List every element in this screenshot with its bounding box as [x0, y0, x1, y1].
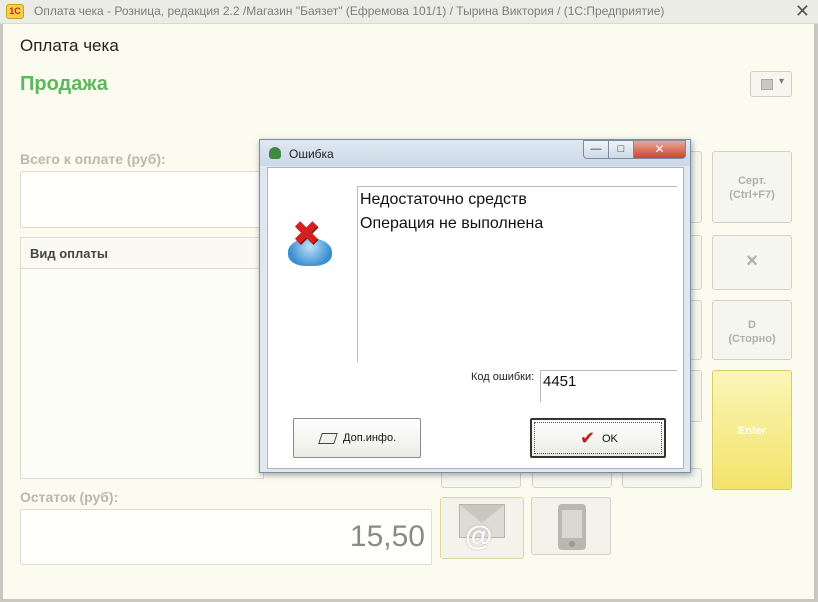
- dialog-minimize-icon[interactable]: —: [583, 140, 609, 159]
- enter-button[interactable]: Enter: [712, 370, 792, 490]
- at-sign-icon: @: [465, 520, 493, 551]
- total-label: Всего к оплате (руб):: [20, 151, 166, 167]
- dialog-app-icon: [269, 147, 281, 159]
- more-info-label: Доп.инфо.: [343, 432, 397, 444]
- certificate-button-label: Серт.: [737, 175, 767, 187]
- error-icon: ✖: [288, 215, 334, 268]
- error-code-value: 4451: [543, 373, 577, 390]
- dialog-title: Ошибка: [289, 147, 334, 161]
- form-title: Оплата чека: [20, 36, 119, 55]
- payment-type-header: Вид оплаты: [21, 238, 263, 269]
- phone-icon: [558, 504, 586, 550]
- remainder-label: Остаток (руб):: [20, 489, 119, 505]
- dialog-maximize-icon[interactable]: □: [608, 140, 634, 159]
- sms-receipt-button[interactable]: [531, 497, 611, 555]
- dialog-body: ✖ Недостаточно средств Операция не выпол…: [267, 167, 684, 469]
- certificate-shortcut-label: (Ctrl+F7): [729, 189, 775, 201]
- clear-icon: ×: [746, 250, 758, 272]
- dialog-title-bar[interactable]: Ошибка — □ ✕: [260, 140, 690, 166]
- settings-icon: [761, 79, 773, 90]
- error-message-box: Недостаточно средств Операция не выполне…: [357, 186, 677, 362]
- payment-type-header-label: Вид оплаты: [30, 246, 108, 261]
- payment-type-table[interactable]: Вид оплаты: [20, 237, 264, 479]
- ok-button[interactable]: ✔ OK: [530, 418, 666, 458]
- error-message-line: Операция не выполнена: [360, 215, 544, 232]
- email-receipt-button[interactable]: @: [440, 497, 524, 559]
- app-logo-icon: 1С: [6, 4, 24, 19]
- error-code-label: Код ошибки:: [471, 371, 535, 383]
- operation-label: Продажа: [20, 73, 108, 95]
- dialog-close-icon[interactable]: ✕: [633, 140, 686, 159]
- error-code-field: 4451: [540, 370, 677, 402]
- title-bar: 1С Оплата чека - Розница, редакция 2.2 /…: [0, 0, 818, 24]
- checkmark-icon: ✔: [580, 428, 596, 448]
- storno-key-label: D: [748, 319, 756, 331]
- clear-button[interactable]: ×: [712, 235, 792, 290]
- ok-label: OK: [602, 433, 618, 445]
- storno-button[interactable]: D (Сторно): [712, 300, 792, 360]
- certificate-button[interactable]: Серт. (Ctrl+F7): [712, 151, 792, 223]
- book-icon: [318, 433, 338, 444]
- chevron-down-icon: ▾: [779, 76, 785, 87]
- remainder-value: 15,50: [349, 520, 425, 553]
- window-close-icon[interactable]: ✕: [795, 1, 810, 21]
- error-dialog: Ошибка — □ ✕ ✖ Недостаточно средств Опер…: [259, 139, 691, 473]
- total-field[interactable]: [20, 171, 264, 228]
- storno-button-label: (Сторно): [728, 333, 776, 345]
- error-message-line: Недостаточно средств: [360, 191, 527, 208]
- more-info-button[interactable]: Доп.инфо.: [293, 418, 421, 458]
- window-title: Оплата чека - Розница, редакция 2.2 /Маг…: [34, 4, 665, 18]
- remainder-field: 15,50: [20, 509, 432, 565]
- settings-menu-button[interactable]: ▾: [750, 71, 792, 97]
